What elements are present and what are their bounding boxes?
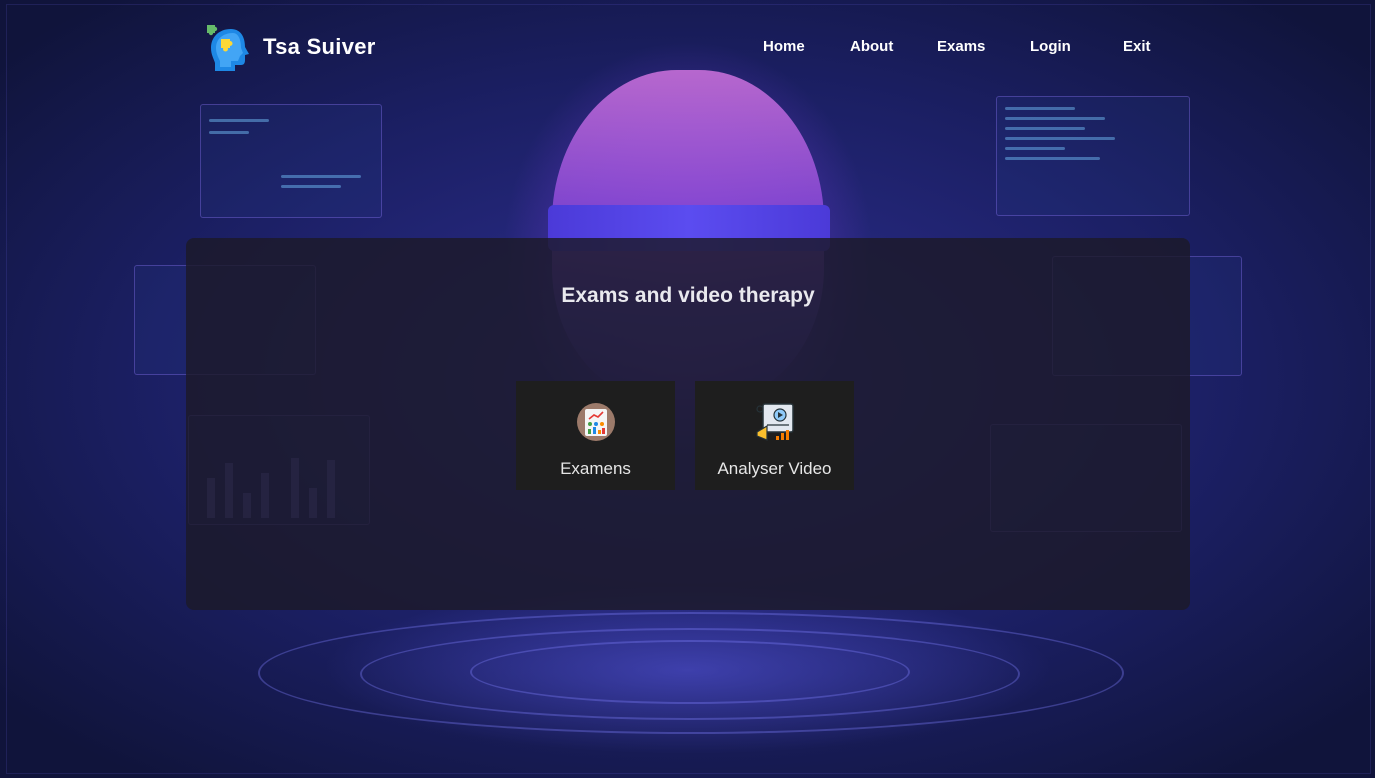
nav-exit-link[interactable]: Exit [1123, 38, 1151, 55]
report-chart-icon [576, 402, 616, 442]
video-analysis-icon [755, 402, 795, 442]
hologram-ring [470, 640, 910, 704]
analyser-video-tile-button[interactable]: Analyser Video [695, 381, 854, 490]
hologram-panel [996, 96, 1190, 216]
brand-name[interactable]: Tsa Suiver [263, 34, 376, 60]
examens-tile-button[interactable]: Examens [516, 381, 675, 490]
card-title: Exams and video therapy [561, 284, 815, 307]
analyser-video-tile-label: Analyser Video [717, 459, 832, 478]
nav-login-link[interactable]: Login [1030, 38, 1071, 55]
nav-about-link[interactable]: About [850, 38, 893, 55]
nav-exams-link[interactable]: Exams [937, 38, 985, 55]
examens-tile-label: Examens [560, 459, 631, 478]
puzzle-head-icon[interactable] [203, 23, 253, 73]
top-navbar: Tsa Suiver Home About Exams Login Exit [0, 0, 1375, 95]
hologram-panel [200, 104, 382, 218]
nav-home-link[interactable]: Home [763, 38, 805, 55]
main-card: Exams and video therapy Examens Analyser… [186, 238, 1190, 610]
